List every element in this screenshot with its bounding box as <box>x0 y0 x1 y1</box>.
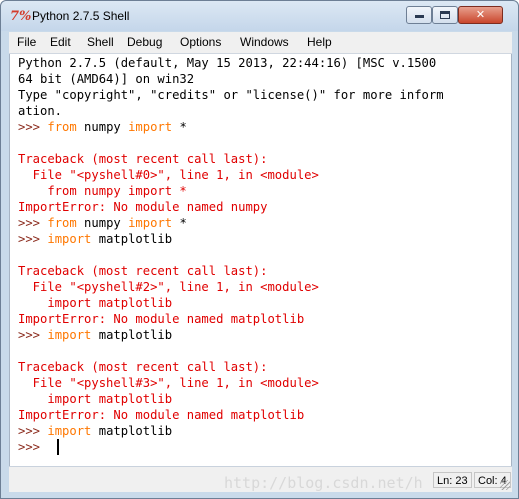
python-shell-window: 7% Python 2.7.5 Shell ✕ File Edit Shell … <box>0 0 519 499</box>
console-text-out: matplotlib <box>91 232 173 246</box>
console-text-out: 64 bit (AMD64)] on win32 <box>18 72 195 86</box>
console-line: ImportError: No module named matplotlib <box>18 311 304 327</box>
title-bar[interactable]: 7% Python 2.7.5 Shell ✕ <box>1 1 518 31</box>
console-text-out: numpy <box>76 216 129 230</box>
console-text-err: ImportError: No module named matplotlib <box>18 408 305 422</box>
console-line: >>> import matplotlib <box>18 423 172 439</box>
console-text-out: * <box>172 216 187 230</box>
console-line: Traceback (most recent call last): <box>18 263 267 279</box>
console-line: >>> from numpy import * <box>18 215 187 231</box>
console-line: import matplotlib <box>18 391 172 407</box>
console-line: from numpy import * <box>18 183 187 199</box>
console-line: Traceback (most recent call last): <box>18 359 267 375</box>
console-text-err: ImportError: No module named matplotlib <box>18 312 305 326</box>
console-text-kw: import <box>47 232 92 246</box>
watermark-text: http://blog.csdn.net/h <box>224 474 423 492</box>
status-bar: http://blog.csdn.net/h Ln: 23 Col: 4 <box>9 466 512 492</box>
console-text-kw: from <box>47 216 77 230</box>
menu-help[interactable]: Help <box>307 35 332 49</box>
minimize-button[interactable] <box>406 6 432 24</box>
menu-bar: File Edit Shell Debug Options Windows He… <box>9 32 512 54</box>
status-line-number: Ln: 23 <box>433 472 472 488</box>
close-button[interactable]: ✕ <box>458 6 503 24</box>
console-line: >>> import matplotlib <box>18 231 172 247</box>
menu-file[interactable]: File <box>17 35 36 49</box>
console-line: File "<pyshell#2>", line 1, in <module> <box>18 279 319 295</box>
console-text-err: Traceback (most recent call last): <box>18 264 268 278</box>
console-line: >>> from numpy import * <box>18 119 187 135</box>
console-text-err: import matplotlib <box>18 392 173 406</box>
console-text-out: * <box>172 120 187 134</box>
console-text-prompt: >>> <box>18 120 48 134</box>
console-text-out: ation. <box>18 104 63 118</box>
python-idle-icon: 7% <box>10 9 32 24</box>
console-line: Traceback (most recent call last): <box>18 151 267 167</box>
resize-grip-icon[interactable] <box>500 480 510 490</box>
console-line: File "<pyshell#0>", line 1, in <module> <box>18 167 319 183</box>
console-text-err: from numpy import * <box>18 184 187 198</box>
maximize-button[interactable] <box>432 6 458 24</box>
console-text-prompt: >>> <box>18 216 48 230</box>
console-text-err: File "<pyshell#0>", line 1, in <module> <box>18 168 319 182</box>
console-line: ImportError: No module named numpy <box>18 199 267 215</box>
console-text-err: ImportError: No module named numpy <box>18 200 268 214</box>
console-text-kw: import <box>47 328 92 342</box>
shell-text-area[interactable]: Python 2.7.5 (default, May 15 2013, 22:4… <box>9 54 512 466</box>
console-text-prompt: >>> <box>18 232 48 246</box>
console-line: import matplotlib <box>18 295 172 311</box>
console-line: Type "copyright", "credits" or "license(… <box>18 87 444 103</box>
console-text-out: numpy <box>76 120 129 134</box>
console-text-err: File "<pyshell#3>", line 1, in <module> <box>18 376 319 390</box>
menu-edit[interactable]: Edit <box>50 35 71 49</box>
console-line: File "<pyshell#3>", line 1, in <module> <box>18 375 319 391</box>
console-text-kw: from <box>47 120 77 134</box>
menu-debug[interactable]: Debug <box>127 35 162 49</box>
console-text-out: matplotlib <box>91 328 173 342</box>
maximize-icon <box>440 11 450 19</box>
menu-options[interactable]: Options <box>180 35 221 49</box>
minimize-icon <box>414 15 424 18</box>
console-line: >>> import matplotlib <box>18 327 172 343</box>
console-text-err: File "<pyshell#2>", line 1, in <module> <box>18 280 319 294</box>
console-text-kw: import <box>128 120 173 134</box>
console-text-err: Traceback (most recent call last): <box>18 152 268 166</box>
console-line: >>> <box>18 439 47 455</box>
console-text-out: Type "copyright", "credits" or "license(… <box>18 88 444 102</box>
menu-windows[interactable]: Windows <box>240 35 289 49</box>
console-text-err: Traceback (most recent call last): <box>18 360 268 374</box>
text-cursor <box>57 439 59 455</box>
close-icon: ✕ <box>475 8 486 21</box>
console-text-prompt: >>> <box>18 328 48 342</box>
console-line: ation. <box>18 103 62 119</box>
console-text-prompt: >>> <box>18 440 48 454</box>
console-text-kw: import <box>47 424 92 438</box>
console-text-kw: import <box>128 216 173 230</box>
console-line: ImportError: No module named matplotlib <box>18 407 304 423</box>
console-line: 64 bit (AMD64)] on win32 <box>18 71 194 87</box>
window-title: Python 2.7.5 Shell <box>32 9 130 23</box>
console-text-prompt: >>> <box>18 424 48 438</box>
console-text-err: import matplotlib <box>18 296 173 310</box>
console-line: Python 2.7.5 (default, May 15 2013, 22:4… <box>18 55 436 71</box>
console-text-out: Python 2.7.5 (default, May 15 2013, 22:4… <box>18 56 437 70</box>
console-text-out: matplotlib <box>91 424 173 438</box>
menu-shell[interactable]: Shell <box>87 35 114 49</box>
